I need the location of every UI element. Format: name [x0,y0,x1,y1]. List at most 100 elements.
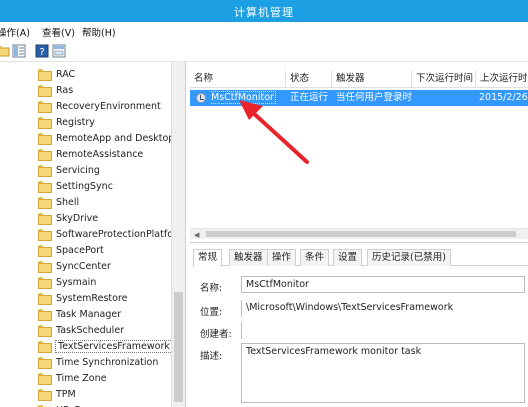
task-details-panel: 常规 触发器 操作 条件 设置 历史记录(已禁用) 名称: MsCtfMonit… [190,242,528,407]
annotation-arrow [239,100,309,164]
show-hide-tree-icon[interactable] [12,44,26,58]
tree-item[interactable]: Registry [38,114,95,130]
folder-icon [38,277,52,289]
name-label: 名称: [200,283,223,294]
tree-item[interactable]: TPM [38,386,76,402]
author-label: 创建者: [200,329,232,340]
folder-icon [38,261,52,273]
tree-item-label: Ras [56,84,74,96]
tree-item-label: TextServicesFramework [55,339,173,353]
tree-item[interactable]: Ras [38,82,73,98]
tree-item-label: RAC [56,68,76,80]
folder-icon [38,181,52,193]
tree-item-label: SkyDrive [56,212,99,224]
tree-item-label: RemoteAssistance [56,148,144,160]
tree-scroll-thumb[interactable] [174,292,183,402]
folder-icon [38,69,52,81]
folder-icon [38,101,52,113]
tab-actions[interactable]: 操作 [267,249,297,266]
folder-icon [38,389,52,401]
tree-vertical-scrollbar[interactable] [171,62,185,407]
location-label: 位置: [200,307,223,318]
tree-item[interactable]: RemoteApp and Desktop [38,130,174,146]
task-list-horizontal-scrollbar[interactable]: ◀ [190,228,528,239]
tree-item[interactable]: SoftwareProtectionPlatforr [38,226,181,242]
task-pane: 名称 状态 触发器 下次运行时间 上次运行时 MsCtfMonitor 正在运行… [187,62,528,407]
tree-item-label: Time Synchronization [56,356,159,368]
description-label: 描述: [200,351,223,362]
folder-icon [38,357,52,369]
tree-item-label: SpacePort [56,244,104,256]
folder-icon [38,309,52,321]
folder-icon [38,293,52,305]
tree-item[interactable]: RemoteAssistance [38,146,143,162]
name-field[interactable]: MsCtfMonitor [241,276,525,293]
folder-icon [38,133,52,145]
tree-item[interactable]: TextServicesFramework [38,338,173,354]
menu-bar: 操作(A) 查看(V) 帮助(H) [0,22,528,40]
folder-icon [38,165,52,177]
tree-item[interactable]: Shell [38,194,79,210]
tree-item[interactable]: Time Zone [38,370,106,386]
tree-item-label: Servicing [56,164,100,176]
tree-item-label: RemoteApp and Desktop [56,132,175,144]
tree-item[interactable]: SpacePort [38,242,104,258]
menu-view[interactable]: 查看(V) [42,25,75,39]
folder-icon [38,149,52,161]
tree-item[interactable]: Servicing [38,162,100,178]
tree-item[interactable]: SyncCenter [38,258,111,274]
tree-item[interactable]: SettingSync [38,178,113,194]
menu-help[interactable]: 帮助(H) [82,25,116,39]
folder-icon [38,245,52,257]
description-field[interactable]: TextServicesFramework monitor task [241,343,525,403]
window-title: 计算机管理 [234,6,294,19]
location-value: \Microsoft\Windows\TextServicesFramework [241,300,525,317]
scroll-left-icon[interactable]: ◀ [194,231,199,239]
tree-item-label: Time Zone [56,372,107,384]
menu-action[interactable]: 操作(A) [0,25,30,39]
folder-icon [38,229,52,241]
tree-item-label: SyncCenter [56,260,111,272]
scheduler-folder-tree: RAC Ras RecoveryEnvironment Registry RemoteA… [0,62,186,407]
tree-item[interactable]: TaskScheduler [38,322,124,338]
properties-icon[interactable] [52,44,66,58]
tree-item-label: TaskScheduler [56,324,125,336]
help-icon[interactable]: ? [35,44,49,58]
tree-item-label: RecoveryEnvironment [56,100,161,112]
folder-icon [38,197,52,209]
tree-item[interactable]: SkyDrive [38,210,98,226]
task-list-scroll-thumb[interactable] [206,231,516,237]
tree-item[interactable]: Time Synchronization [38,354,158,370]
tab-history[interactable]: 历史记录(已禁用) [367,249,451,266]
tab-general[interactable]: 常规 [193,249,223,267]
tree-item-label: SettingSync [56,180,113,192]
folder-icon [38,213,52,225]
tree-item-label: SystemRestore [56,292,128,304]
tab-conditions[interactable]: 条件 [300,249,330,266]
folder-icon [38,325,52,337]
folder-icon[interactable] [0,44,10,58]
tree-item-label: Sysmain [56,276,97,288]
tree-item-label: Shell [56,196,80,208]
folder-icon [38,85,52,97]
tree-item-label: TPM [56,388,76,400]
folder-icon [38,117,52,129]
author-value [241,322,525,339]
title-bar: 计算机管理 [0,0,528,22]
tree-item[interactable]: RAC [38,66,75,82]
toolbar: ? [0,40,528,62]
folder-icon [38,373,52,385]
tree-item[interactable]: RecoveryEnvironment [38,98,161,114]
svg-text:?: ? [39,47,44,58]
tree-item-label: Task Manager [56,308,122,320]
folder-icon [38,341,52,353]
tree-item-label: Registry [56,116,95,128]
tree-item[interactable]: Sysmain [38,274,96,290]
tab-triggers[interactable]: 触发器 [229,249,268,266]
tree-item-label: SoftwareProtectionPlatforr [56,228,181,240]
details-tab-strip: 常规 触发器 操作 条件 设置 历史记录(已禁用) [193,249,528,267]
tree-item[interactable]: SystemRestore [38,290,127,306]
tab-settings[interactable]: 设置 [333,249,363,266]
tree-item[interactable]: Task Manager [38,306,121,322]
tree-item[interactable]: UPnP [38,402,80,407]
